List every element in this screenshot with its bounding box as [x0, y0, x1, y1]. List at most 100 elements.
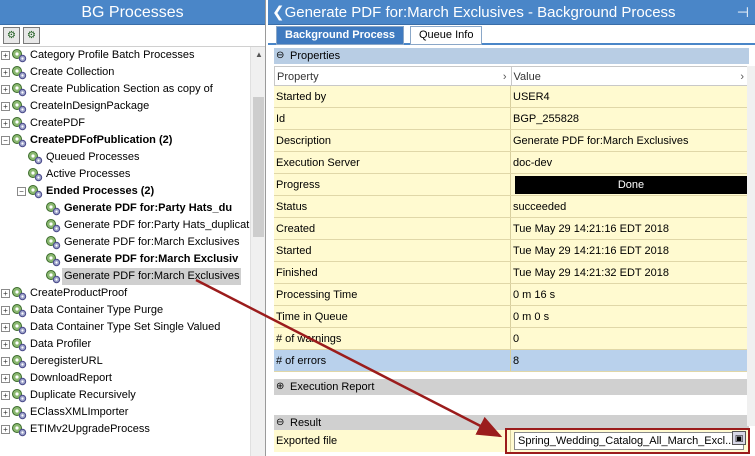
table-row[interactable]: Time in Queue 0 m 0 s — [274, 306, 749, 328]
process-tree: + Category Profile Batch Processes + Create… — [0, 47, 250, 438]
expand-icon[interactable]: ⊕ — [276, 379, 284, 395]
gear-process-icon — [11, 320, 27, 335]
expand-node-icon[interactable]: + — [1, 119, 10, 128]
result-label: Result — [290, 417, 322, 429]
gear-process-icon — [45, 218, 61, 233]
tree-item[interactable]: Queued Processes — [0, 149, 250, 166]
detail-title-bar: ❮Generate PDF for:March Exclusives - Bac… — [268, 0, 755, 25]
tree-item[interactable]: + Data Container Type Purge — [0, 302, 250, 319]
tree-item[interactable]: Generate PDF for:Party Hats_duplicat — [0, 217, 250, 234]
scroll-up-icon[interactable]: ▲ — [251, 47, 265, 63]
right-scrollbar[interactable] — [747, 66, 755, 426]
gear-process-icon — [11, 133, 27, 148]
collapse-node-icon[interactable]: − — [1, 136, 10, 145]
tree-item[interactable]: Generate PDF for:Party Hats_du — [0, 200, 250, 217]
scroll-thumb[interactable] — [253, 97, 264, 237]
table-row[interactable]: Execution Server doc-dev — [274, 152, 749, 174]
expand-node-icon[interactable]: + — [1, 51, 10, 60]
properties-label: Properties — [290, 50, 341, 62]
tree-item[interactable]: + ETIMv2UpgradeProcess — [0, 421, 250, 438]
expand-node-icon[interactable]: + — [1, 425, 10, 434]
property-name: Execution Server — [274, 152, 511, 173]
table-row[interactable]: Status succeeded — [274, 196, 749, 218]
expand-node-icon[interactable]: + — [1, 289, 10, 298]
tree-item[interactable]: + CreateProductProof — [0, 285, 250, 302]
collapse-all-icon[interactable]: ⚙ — [23, 27, 40, 44]
table-row[interactable]: # of errors 8 — [274, 350, 749, 372]
table-row[interactable]: Finished Tue May 29 14:21:32 EDT 2018 — [274, 262, 749, 284]
expand-all-icon[interactable]: ⚙ — [3, 27, 20, 44]
pin-icon[interactable]: ⊣ — [737, 0, 749, 25]
expand-node-icon[interactable]: + — [1, 102, 10, 111]
gear-process-icon — [11, 65, 27, 80]
collapse-icon[interactable]: ⊖ — [276, 48, 284, 64]
tree-item[interactable]: Generate PDF for:March Exclusiv — [0, 251, 250, 268]
table-row[interactable]: Started Tue May 29 14:21:16 EDT 2018 — [274, 240, 749, 262]
table-row[interactable]: Description Generate PDF for:March Exclus… — [274, 130, 749, 152]
expand-node-icon[interactable]: + — [1, 306, 10, 315]
tree-item[interactable]: + CreateInDesignPackage — [0, 98, 250, 115]
tree-item[interactable]: + EClassXMLImporter — [0, 404, 250, 421]
tree-item-label: Generate PDF for:March Exclusives — [64, 236, 240, 248]
collapse-icon[interactable]: ⊖ — [276, 415, 284, 431]
collapse-node-icon[interactable]: − — [17, 187, 26, 196]
property-name: Description — [274, 130, 511, 151]
tree-item[interactable]: + Create Collection — [0, 64, 250, 81]
table-row[interactable]: # of warnings 0 — [274, 328, 749, 350]
tree-item[interactable]: + Create Publication Section as copy of — [0, 81, 250, 98]
execution-report-section-header[interactable]: ⊕ Execution Report — [274, 379, 749, 395]
expand-node-icon[interactable]: + — [1, 340, 10, 349]
gear-process-icon — [11, 48, 27, 63]
tree-item[interactable]: − Ended Processes (2) — [0, 183, 250, 200]
detail-tabs: Background Process Queue Info — [268, 25, 755, 45]
expand-node-icon[interactable]: + — [1, 85, 10, 94]
tree-item[interactable]: − CreatePDFofPublication (2) — [0, 132, 250, 149]
gear-process-icon — [11, 286, 27, 301]
tree-item[interactable]: + DeregisterURL — [0, 353, 250, 370]
left-scrollbar[interactable]: ▲ — [250, 47, 265, 456]
property-column-header[interactable]: Property › — [275, 67, 512, 85]
tree-item[interactable]: Generate PDF for:March Exclusives — [0, 234, 250, 251]
properties-section-header[interactable]: ⊖ Properties — [274, 48, 749, 64]
tree-item-label: Create Publication Section as copy of — [30, 83, 213, 95]
back-icon[interactable]: ❮ — [272, 4, 285, 21]
value-column-header[interactable]: Value › — [512, 67, 749, 85]
tab-queue-info[interactable]: Queue Info — [410, 26, 483, 45]
tree-item[interactable]: + Duplicate Recursively — [0, 387, 250, 404]
tree-item-label: Data Profiler — [30, 338, 92, 350]
tree-item-label: CreatePDFofPublication (2) — [30, 134, 173, 146]
gear-process-icon — [11, 82, 27, 97]
property-value: Tue May 29 14:21:16 EDT 2018 — [511, 240, 749, 261]
tree-item[interactable]: + DownloadReport — [0, 370, 250, 387]
table-row[interactable]: Started by USER4 — [274, 86, 749, 108]
expand-node-icon[interactable]: + — [1, 323, 10, 332]
detail-title: Generate PDF for:March Exclusives - Back… — [284, 4, 676, 21]
gear-process-icon — [27, 167, 43, 182]
expand-node-icon[interactable]: + — [1, 391, 10, 400]
property-value: USER4 — [511, 86, 749, 107]
tree-item[interactable]: + Category Profile Batch Processes — [0, 47, 250, 64]
property-name: Created — [274, 218, 511, 239]
tree-item-label: ETIMv2UpgradeProcess — [30, 423, 150, 435]
grid-header: Property › Value › — [274, 66, 749, 86]
result-section-header[interactable]: ⊖ Result — [274, 415, 749, 431]
tree-item[interactable]: + CreatePDF — [0, 115, 250, 132]
tree-item[interactable]: + Data Profiler — [0, 336, 250, 353]
expand-node-icon[interactable]: + — [1, 357, 10, 366]
save-file-icon[interactable]: ▣ — [732, 431, 746, 445]
expand-node-icon[interactable]: + — [1, 374, 10, 383]
tree-item[interactable]: Generate PDF for:March Exclusives — [0, 268, 250, 285]
table-row[interactable]: Progress Done — [274, 174, 749, 196]
tree-item-label: EClassXMLImporter — [30, 406, 129, 418]
expand-node-icon[interactable]: + — [1, 68, 10, 77]
expand-node-icon[interactable]: + — [1, 408, 10, 417]
table-row[interactable]: Created Tue May 29 14:21:16 EDT 2018 — [274, 218, 749, 240]
tree-item[interactable]: Active Processes — [0, 166, 250, 183]
property-value: Tue May 29 14:21:32 EDT 2018 — [511, 262, 749, 283]
gear-process-icon — [11, 388, 27, 403]
tab-background-process[interactable]: Background Process — [276, 26, 405, 45]
table-row[interactable]: Id BGP_255828 — [274, 108, 749, 130]
table-row[interactable]: Processing Time 0 m 16 s — [274, 284, 749, 306]
exported-file-link[interactable]: Spring_Wedding_Catalog_All_March_Excl... — [514, 432, 744, 450]
tree-item[interactable]: + Data Container Type Set Single Valued — [0, 319, 250, 336]
